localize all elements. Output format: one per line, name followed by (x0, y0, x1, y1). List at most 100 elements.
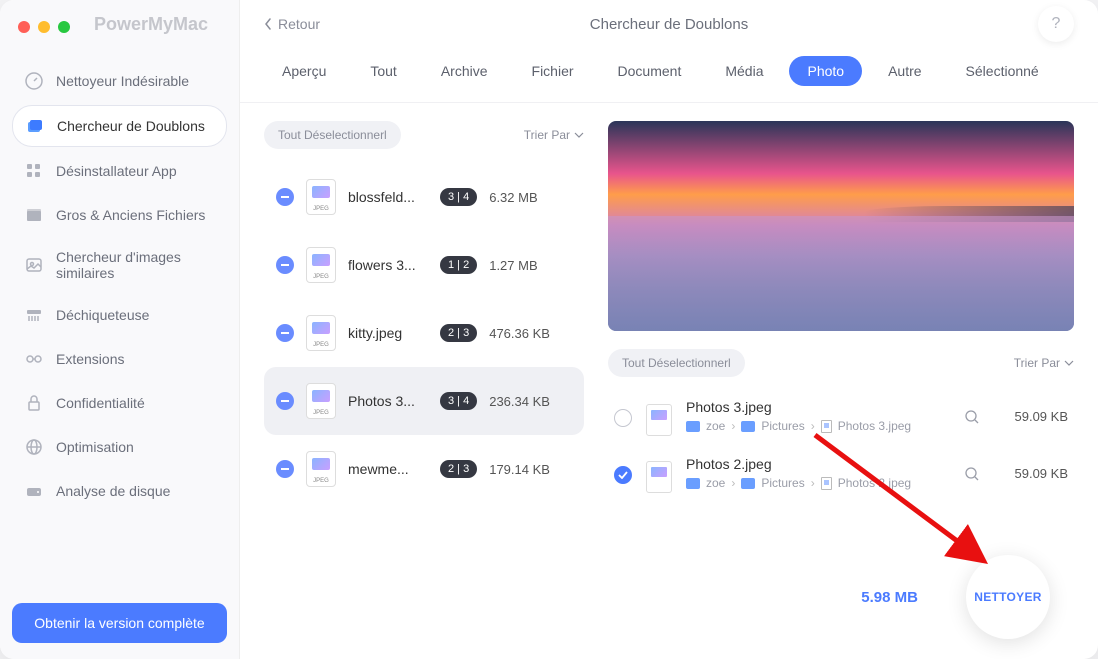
sidebar: PowerMyMac Nettoyeur IndésirableChercheu… (0, 0, 240, 659)
sidebar-item-8[interactable]: Optimisation (12, 427, 227, 467)
folder-icon (686, 421, 700, 432)
tab-autre[interactable]: Autre (870, 56, 939, 86)
image-icon (24, 255, 44, 275)
minus-icon[interactable] (276, 460, 294, 478)
back-button[interactable]: Retour (264, 16, 320, 32)
topbar: Retour Chercheur de Doublons ? (240, 0, 1098, 44)
file-thumbnail (646, 461, 672, 493)
deselect-all-detail-button[interactable]: Tout Déselectionnerl (608, 349, 745, 377)
file-thumbnail: JPEG (306, 315, 336, 351)
tab-aperçu[interactable]: Aperçu (264, 56, 344, 86)
minus-icon[interactable] (276, 256, 294, 274)
sidebar-item-label: Gros & Anciens Fichiers (56, 207, 205, 223)
file-group-row[interactable]: JPEGkitty.jpeg2 | 3476.36 KB (264, 299, 584, 367)
sidebar-item-label: Désinstallateur App (56, 163, 177, 179)
sidebar-item-7[interactable]: Confidentialité (12, 383, 227, 423)
sidebar-item-label: Chercheur d'images similaires (56, 249, 215, 281)
sort-detail-button[interactable]: Trier Par (1014, 356, 1074, 370)
file-group-row[interactable]: JPEGmewme...2 | 3179.14 KB (264, 435, 584, 503)
file-thumbnail: JPEG (306, 179, 336, 215)
duplicate-file-size: 59.09 KB (994, 409, 1068, 424)
duplicate-count-badge: 2 | 3 (440, 324, 477, 342)
file-group-panel: Tout Déselectionnerl Trier Par JPEG bloss… (264, 121, 584, 659)
main-panel: Retour Chercheur de Doublons ? Aperçu Tou… (240, 0, 1098, 659)
duplicate-detail-list: Photos 3.jpeg zoe › Pictures › Photos 3.… (608, 389, 1074, 547)
box-icon (24, 205, 44, 225)
disk-icon (24, 481, 44, 501)
folder-icon (741, 421, 755, 432)
total-size: 5.98 MB (861, 589, 918, 606)
tabs: Aperçu Tout Archive Fichier DocumentMédia Pho… (240, 44, 1098, 103)
help-button[interactable]: ? (1038, 6, 1074, 42)
sidebar-item-label: Chercheur de Doublons (57, 118, 205, 134)
file-icon (821, 420, 832, 433)
checkbox[interactable] (614, 466, 632, 484)
back-label: Retour (278, 16, 320, 32)
minus-icon[interactable] (276, 188, 294, 206)
content: Tout Déselectionnerl Trier Par JPEG bloss… (240, 103, 1098, 659)
tab-média[interactable]: Média (707, 56, 781, 86)
tab-fichier[interactable]: Fichier (514, 56, 592, 86)
sidebar-item-2[interactable]: Désinstallateur App (12, 151, 227, 191)
duplicate-file-size: 59.09 KB (994, 466, 1068, 481)
sidebar-item-0[interactable]: Nettoyeur Indésirable (12, 61, 227, 101)
file-path: zoe › Pictures › Photos 2.jpeg (686, 476, 950, 490)
duplicate-count-badge: 1 | 2 (440, 256, 477, 274)
duplicate-count-badge: 3 | 4 (440, 188, 477, 206)
tab-archive[interactable]: Archive (423, 56, 506, 86)
file-size: 179.14 KB (489, 462, 569, 477)
file-name: flowers 3... (348, 257, 428, 273)
clean-button[interactable]: NETTOYER (966, 555, 1050, 639)
file-name: kitty.jpeg (348, 325, 428, 341)
sidebar-item-6[interactable]: Extensions (12, 339, 227, 379)
grid-icon (24, 161, 44, 181)
duplicate-row: Photos 3.jpeg zoe › Pictures › Photos 3.… (608, 389, 1074, 446)
sidebar-item-label: Extensions (56, 351, 124, 367)
file-thumbnail: JPEG (306, 383, 336, 419)
checkbox[interactable] (614, 409, 632, 427)
sidebar-item-4[interactable]: Chercheur d'images similaires (12, 239, 227, 291)
chevron-down-icon (1064, 360, 1074, 366)
sidebar-nav: Nettoyeur Indésirable Chercheur de Doublo… (12, 61, 227, 591)
minus-icon[interactable] (276, 392, 294, 410)
file-path: zoe › Pictures › Photos 3.jpeg (686, 419, 950, 433)
page-title: Chercheur de Doublons (590, 16, 748, 33)
sidebar-item-5[interactable]: Déchiqueteuse (12, 295, 227, 335)
chevron-down-icon (574, 132, 584, 138)
sort-label: Trier Par (1014, 356, 1060, 370)
layers-icon (25, 116, 45, 136)
sidebar-item-label: Nettoyeur Indésirable (56, 73, 189, 89)
file-thumbnail: JPEG (306, 247, 336, 283)
sidebar-item-1[interactable]: Chercheur de Doublons (12, 105, 227, 147)
file-icon (821, 477, 832, 490)
tab-photo[interactable]: Photo (789, 56, 862, 86)
deselect-all-button[interactable]: Tout Déselectionnerl (264, 121, 401, 149)
file-size: 1.27 MB (489, 258, 569, 273)
file-name: blossfeld... (348, 189, 428, 205)
minimize-icon[interactable] (38, 21, 50, 33)
file-name: Photos 3... (348, 393, 428, 409)
sidebar-item-3[interactable]: Gros & Anciens Fichiers (12, 195, 227, 235)
duplicate-count-badge: 2 | 3 (440, 460, 477, 478)
file-group-row[interactable]: JPEG flowers 3... 1 | 2 1.27 MB (264, 231, 584, 299)
close-icon[interactable] (18, 21, 30, 33)
reveal-icon[interactable] (964, 466, 980, 482)
tab-sélectionné[interactable]: Sélectionné (948, 56, 1057, 86)
tab-tout[interactable]: Tout (352, 56, 414, 86)
sidebar-item-label: Analyse de disque (56, 483, 170, 499)
maximize-icon[interactable] (58, 21, 70, 33)
sort-button[interactable]: Trier Par (524, 128, 584, 142)
file-group-row[interactable]: JPEGblossfeld...3 | 46.32 MB (264, 163, 584, 231)
folder-icon (686, 478, 700, 489)
duplicate-count-badge: 3 | 4 (440, 392, 477, 410)
shred-icon (24, 305, 44, 325)
minus-icon[interactable] (276, 324, 294, 342)
sidebar-item-9[interactable]: Analyse de disque (12, 471, 227, 511)
reveal-icon[interactable] (964, 409, 980, 425)
gauge-icon (24, 71, 44, 91)
upgrade-button[interactable]: Obtenir la version complète (12, 603, 227, 643)
file-group-row[interactable]: JPEGPhotos 3...3 | 4236.34 KB (264, 367, 584, 435)
tab-document[interactable]: Document (600, 56, 700, 86)
globe-icon (24, 437, 44, 457)
preview-image (608, 121, 1074, 331)
